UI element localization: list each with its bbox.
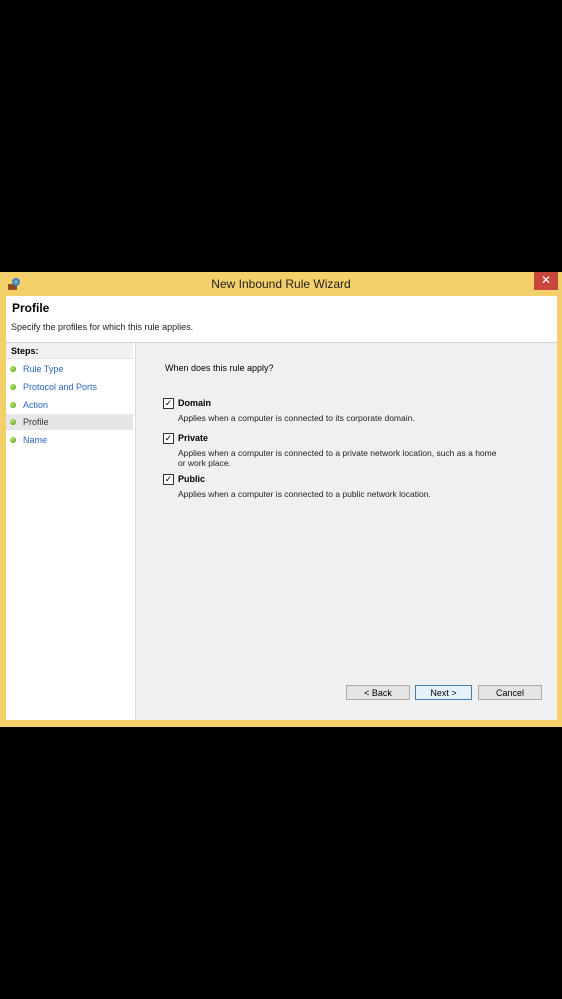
close-button[interactable]: ✕ xyxy=(534,272,558,290)
main-panel: When does this rule apply? ✓ Domain Appl… xyxy=(135,343,557,720)
public-description: Applies when a computer is connected to … xyxy=(178,489,431,499)
steps-label: Steps: xyxy=(6,343,133,359)
sidebar-item-name[interactable]: Name xyxy=(6,432,133,448)
public-checkbox[interactable]: ✓ xyxy=(163,474,174,485)
wizard-header: Profile Specify the profiles for which t… xyxy=(6,296,557,343)
private-description-line1: Applies when a computer is connected to … xyxy=(178,448,497,458)
question-text: When does this rule apply? xyxy=(165,363,274,373)
cancel-button[interactable]: Cancel xyxy=(478,685,542,700)
public-label[interactable]: Public xyxy=(178,474,205,484)
domain-checkbox[interactable]: ✓ xyxy=(163,398,174,409)
sidebar-item-label: Action xyxy=(23,400,49,410)
sidebar-item-label: Rule Type xyxy=(23,364,64,374)
sidebar-item-label: Protocol and Ports xyxy=(23,382,98,392)
page-description: Specify the profiles for which this rule… xyxy=(11,322,194,332)
green-dot-icon xyxy=(10,419,16,425)
domain-label[interactable]: Domain xyxy=(178,398,211,408)
domain-description: Applies when a computer is connected to … xyxy=(178,413,415,423)
sidebar-item-label: Profile xyxy=(23,417,49,427)
sidebar-item-action[interactable]: Action xyxy=(6,397,133,413)
private-description-line2: or work place. xyxy=(178,458,231,468)
private-label[interactable]: Private xyxy=(178,433,208,443)
sidebar-item-rule-type[interactable]: Rule Type xyxy=(6,361,133,377)
window-title: New Inbound Rule Wizard xyxy=(211,277,351,291)
back-button[interactable]: < Back xyxy=(346,685,410,700)
green-dot-icon xyxy=(10,366,16,372)
next-button[interactable]: Next > xyxy=(415,685,472,700)
sidebar-item-profile[interactable]: Profile xyxy=(6,414,133,430)
sidebar-item-protocol-and-ports[interactable]: Protocol and Ports xyxy=(6,379,133,395)
checkmark-icon: ✓ xyxy=(164,433,173,443)
title-bar[interactable]: New Inbound Rule Wizard ✕ xyxy=(0,272,562,296)
private-checkbox[interactable]: ✓ xyxy=(163,433,174,444)
green-dot-icon xyxy=(10,384,16,390)
wizard-client: Profile Specify the profiles for which t… xyxy=(6,296,557,720)
green-dot-icon xyxy=(10,437,16,443)
page-title: Profile xyxy=(12,301,50,315)
checkmark-icon: ✓ xyxy=(164,474,173,484)
sidebar-item-label: Name xyxy=(23,435,48,445)
green-dot-icon xyxy=(10,402,16,408)
wizard-window: New Inbound Rule Wizard ✕ Profile Specif… xyxy=(0,272,562,727)
checkmark-icon: ✓ xyxy=(164,398,173,408)
steps-sidebar: Steps: Rule Type Protocol and Ports Acti… xyxy=(6,343,135,720)
